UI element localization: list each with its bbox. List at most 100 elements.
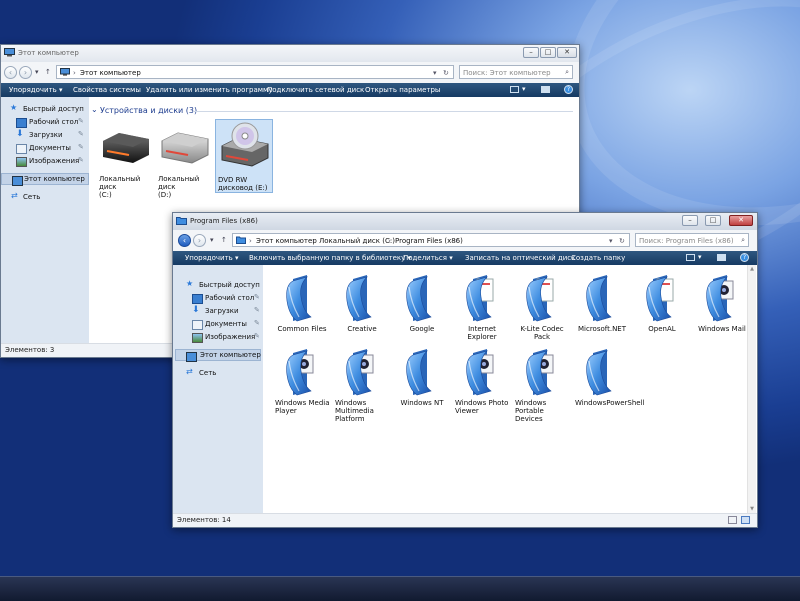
new-folder-button[interactable]: Создать папку (571, 254, 625, 262)
drive-d[interactable]: Локальный диск (D:) (156, 121, 214, 199)
breadcrumb-this-pc[interactable]: Этот компьютер (80, 69, 141, 77)
close-button[interactable]: ✕ (557, 47, 577, 58)
folder-item[interactable]: Microsoft.NET (573, 273, 631, 347)
close-icon: ✕ (738, 216, 744, 224)
address-dropdown-icon[interactable]: ▾ (609, 237, 613, 245)
folder-item[interactable]: Windows Mail (693, 273, 751, 347)
group-divider (193, 111, 573, 112)
nav-desktop[interactable]: Рабочий стол ✎ (173, 292, 263, 304)
folder-item[interactable]: Windows Portable Devices (513, 347, 571, 423)
nav-documents[interactable]: Документы ✎ (173, 318, 263, 330)
dvd-drive-icon (221, 122, 269, 167)
minimize-button[interactable]: – (523, 47, 539, 58)
scroll-down-icon[interactable]: ▼ (748, 505, 756, 513)
system-properties-button[interactable]: Свойства системы (73, 86, 141, 94)
organize-button[interactable]: Упорядочить ▾ (9, 86, 63, 94)
folder-item[interactable]: Windows Media Player (273, 347, 331, 421)
folder-item[interactable]: Google (393, 273, 451, 347)
map-network-drive-button[interactable]: Подключить сетевой диск (267, 86, 364, 94)
nav-pictures[interactable]: Изображения ✎ (173, 331, 263, 343)
change-view-icon[interactable] (686, 254, 695, 261)
burn-to-disc-button[interactable]: Записать на оптический диск (465, 254, 575, 262)
share-button[interactable]: Поделиться ▾ (403, 254, 453, 262)
organize-label: Упорядочить (9, 86, 57, 94)
item-count: Элементов: 3 (5, 346, 55, 354)
address-bar[interactable]: › Этот компьютер ▾ ↻ (56, 65, 454, 79)
details-view-icon[interactable] (728, 516, 737, 524)
drive-label-line1: Локальный диск (99, 175, 141, 191)
nav-network[interactable]: ⇄ Сеть (173, 367, 263, 379)
open-settings-button[interactable]: Открыть параметры (365, 86, 440, 94)
window-program-files[interactable]: Program Files (x86) – □ ✕ ‹ › ▾ ↑ › Этот… (172, 212, 758, 528)
address-bar[interactable]: › Этот компьютер › Локальный диск (C:) ›… (232, 233, 630, 247)
folder-item[interactable]: OpenAL (633, 273, 691, 347)
group-collapse-icon[interactable]: ⌄ (91, 105, 98, 114)
refresh-icon[interactable]: ↻ (619, 237, 625, 245)
large-icons-view-icon[interactable] (741, 516, 750, 524)
help-icon[interactable]: ? (740, 253, 749, 262)
nav-pictures[interactable]: Изображения ✎ (1, 155, 89, 167)
folder-item[interactable]: K-Lite Codec Pack (513, 273, 571, 347)
forward-button[interactable]: › (19, 66, 32, 79)
pin-icon: ✎ (254, 319, 260, 327)
titlebar[interactable]: Этот компьютер – □ ✕ (1, 45, 579, 62)
folder-icon (526, 349, 554, 396)
pin-icon: ✎ (254, 332, 260, 340)
minimize-button[interactable]: – (682, 215, 698, 226)
nav-downloads[interactable]: ⬇ Загрузки ✎ (173, 305, 263, 317)
search-input[interactable]: Поиск: Program Files (x86) ⌕ (635, 233, 749, 247)
folder-item[interactable]: Windows NT (393, 347, 451, 421)
folder-item[interactable]: WindowsPowerShell (573, 347, 645, 421)
organize-button[interactable]: Упорядочить ▾ (185, 254, 239, 262)
refresh-icon[interactable]: ↻ (443, 69, 449, 77)
scroll-up-icon[interactable]: ▲ (748, 265, 756, 273)
uninstall-program-button[interactable]: Удалить или изменить программу (146, 86, 272, 94)
drive-c[interactable]: Локальный диск (C:) (97, 121, 155, 199)
nav-this-pc[interactable]: Этот компьютер (175, 349, 261, 362)
help-icon[interactable]: ? (564, 85, 573, 94)
up-arrow-icon[interactable]: ↑ (221, 235, 227, 245)
include-in-library-button[interactable]: Включить выбранную папку в библиотеку ▾ (249, 254, 411, 262)
breadcrumb-local-disk-c[interactable]: Локальный диск (C:) (319, 237, 395, 245)
view-dropdown-icon[interactable]: ▾ (522, 85, 526, 93)
group-header[interactable]: Устройства и диски (3) (100, 106, 197, 115)
back-arrow-icon: ‹ (182, 236, 187, 245)
up-arrow-icon[interactable]: ↑ (45, 67, 51, 77)
folder-icon (286, 349, 314, 396)
recent-dropdown-icon[interactable]: ▾ (210, 235, 214, 245)
address-dropdown-icon[interactable]: ▾ (433, 69, 437, 77)
back-button[interactable]: ‹ (4, 66, 17, 79)
folder-item[interactable]: Windows Photo Viewer (453, 347, 511, 421)
back-button[interactable]: ‹ (178, 234, 191, 247)
nav-downloads[interactable]: ⬇ Загрузки ✎ (1, 129, 89, 141)
view-dropdown-icon[interactable]: ▾ (698, 253, 702, 261)
computer-icon (60, 68, 70, 76)
breadcrumb-this-pc[interactable]: Этот компьютер (256, 237, 317, 245)
maximize-button[interactable]: □ (540, 47, 556, 58)
breadcrumb-program-files[interactable]: Program Files (x86) (395, 237, 463, 245)
folder-item[interactable]: Creative (333, 273, 391, 347)
nav-this-pc[interactable]: Этот компьютер (1, 173, 89, 186)
nav-quick-access[interactable]: ★ Быстрый доступ (173, 279, 263, 291)
search-input[interactable]: Поиск: Этот компьютер ⌕ (459, 65, 573, 79)
close-button[interactable]: ✕ (729, 215, 753, 226)
folder-item[interactable]: Internet Explorer (453, 273, 511, 347)
nav-network[interactable]: ⇄ Сеть (1, 191, 89, 203)
change-view-icon[interactable] (510, 86, 519, 93)
recent-dropdown-icon[interactable]: ▾ (35, 67, 39, 77)
nav-documents[interactable]: Документы ✎ (1, 142, 89, 154)
minimize-icon: – (688, 216, 692, 224)
titlebar[interactable]: Program Files (x86) – □ ✕ (173, 213, 757, 230)
folder-item[interactable]: Windows Multimedia Platform (333, 347, 391, 423)
preview-pane-icon[interactable] (541, 86, 550, 93)
nav-desktop[interactable]: Рабочий стол ✎ (1, 116, 89, 128)
drive-e[interactable]: DVD RW дисковод (E:) (215, 119, 273, 193)
preview-pane-icon[interactable] (717, 254, 726, 261)
maximize-button[interactable]: □ (705, 215, 721, 226)
vertical-scrollbar[interactable]: ▲ ▼ (747, 265, 756, 513)
desktop-icon (192, 294, 203, 304)
nav-label: Сеть (199, 369, 217, 377)
forward-button[interactable]: › (193, 234, 206, 247)
nav-quick-access[interactable]: ★ Быстрый доступ (1, 103, 89, 115)
folder-item[interactable]: Common Files (273, 273, 331, 347)
